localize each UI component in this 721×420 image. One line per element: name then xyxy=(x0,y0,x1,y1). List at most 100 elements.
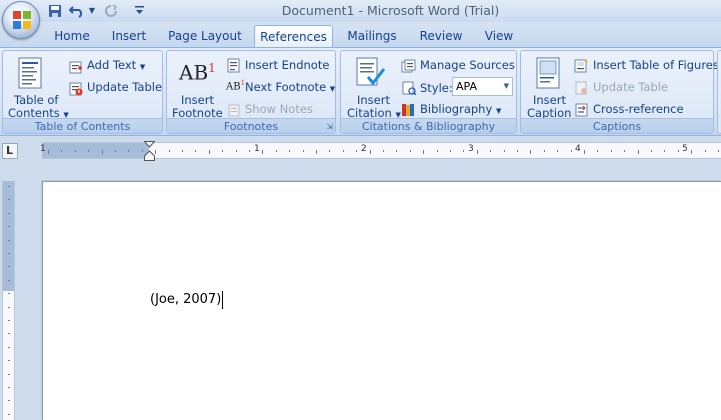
ruler-tick xyxy=(370,150,371,154)
horizontal-ruler-left-margin xyxy=(42,143,149,158)
undo-icon[interactable] xyxy=(68,2,86,19)
ruler-tick xyxy=(249,150,250,152)
ruler-tick xyxy=(61,150,62,152)
ruler-tick xyxy=(597,150,598,152)
ruler-tick xyxy=(383,150,384,152)
tab-selector-label: L xyxy=(6,144,14,157)
undo-dropdown-icon[interactable]: ▼ xyxy=(87,2,97,19)
ruler-tick xyxy=(705,150,706,152)
update-table-figures-button[interactable]: Update Table xyxy=(593,80,668,94)
title-bar: Document1 - Microsoft Word (Trial) ▼ xyxy=(0,0,721,22)
vertical-ruler-tick xyxy=(8,213,10,214)
vertical-ruler-tick xyxy=(8,186,10,187)
bibliography-label: Bibliography xyxy=(420,102,493,116)
table-of-contents-label-1[interactable]: Table of xyxy=(14,93,58,107)
ruler-number: 5 xyxy=(682,144,688,154)
ruler-number: 4 xyxy=(575,144,581,154)
ruler-tick xyxy=(678,150,679,152)
insert-table-of-figures-button[interactable]: Insert Table of Figures xyxy=(593,58,719,72)
chevron-down-icon: ▼ xyxy=(495,107,502,115)
insert-citation-icon xyxy=(354,57,386,93)
vertical-ruler-tick xyxy=(8,347,10,348)
document-text[interactable]: (Joe, 2007) xyxy=(150,292,221,307)
ruler-tick xyxy=(504,150,505,152)
ruler-tick xyxy=(195,150,196,152)
cross-reference-button[interactable]: Cross-reference xyxy=(593,102,684,116)
ab-icon-sup: 1 xyxy=(208,61,216,75)
ruler-tick xyxy=(718,150,719,152)
chevron-down-icon: ▼ xyxy=(329,85,336,93)
ribbon: Table of Contents ▼ Add Text ▼ Update Ta… xyxy=(0,47,721,136)
vertical-ruler-tick xyxy=(8,307,10,308)
ruler-tick xyxy=(396,150,397,152)
ruler-tick xyxy=(329,150,330,152)
vertical-ruler-tick xyxy=(8,414,10,415)
ruler-tick xyxy=(169,150,170,152)
vertical-ruler-tick xyxy=(8,360,10,361)
vertical-ruler-top-margin xyxy=(3,181,14,291)
insert-table-of-figures-icon xyxy=(574,58,588,77)
tab-references[interactable]: References xyxy=(254,25,333,48)
ruler-tick xyxy=(356,150,357,152)
update-table-button[interactable]: Update Table xyxy=(87,80,162,94)
style-select[interactable]: APA ▼ xyxy=(452,77,513,96)
insert-caption-label-1[interactable]: Insert xyxy=(533,93,566,107)
insert-citation-label-1[interactable]: Insert xyxy=(357,93,390,107)
vertical-ruler-tick xyxy=(8,400,10,401)
group-next-partial xyxy=(717,50,721,134)
document-page[interactable] xyxy=(42,181,721,420)
tab-selector[interactable]: L xyxy=(2,143,18,159)
ruler-tick xyxy=(102,150,103,154)
customize-toolbar-icon[interactable] xyxy=(133,2,145,19)
next-footnote-button[interactable]: Next Footnote ▼ xyxy=(245,80,335,96)
ruler-number: 2 xyxy=(361,144,367,154)
group-citations-bibliography: Insert Citation ▼ Manage Sources Style: … xyxy=(340,50,517,134)
tab-mailings[interactable]: Mailings xyxy=(341,25,403,48)
insert-footnote-icon: AB1 xyxy=(179,57,216,84)
tab-review[interactable]: Review xyxy=(412,25,470,48)
ruler-number: 1 xyxy=(254,144,260,154)
tab-page-layout[interactable]: Page Layout xyxy=(163,25,247,48)
ruler-tick xyxy=(584,150,585,154)
ribbon-tabs: Home Insert Page Layout References Maili… xyxy=(0,22,721,48)
tab-view[interactable]: View xyxy=(476,25,522,48)
indent-marker-icon[interactable] xyxy=(143,141,156,165)
footnotes-label-text: Footnotes xyxy=(223,120,279,133)
manage-sources-icon xyxy=(401,58,417,77)
group-captions: Insert Caption Insert Table of Figures U… xyxy=(520,50,719,134)
ruler-tick xyxy=(651,150,652,152)
show-notes-button[interactable]: Show Notes xyxy=(245,102,313,116)
vertical-ruler-tick xyxy=(8,266,10,267)
ruler-tick xyxy=(530,150,531,154)
footnote-dialog-launcher-icon[interactable]: ⇲ xyxy=(326,122,333,131)
ruler-tick xyxy=(410,150,411,152)
office-button[interactable] xyxy=(2,1,40,39)
ruler-tick xyxy=(262,150,263,154)
ruler-tick xyxy=(303,150,304,152)
insert-footnote-label-1[interactable]: Insert xyxy=(181,93,214,107)
insert-endnote-button[interactable]: Insert Endnote xyxy=(245,58,329,72)
ruler-tick xyxy=(638,150,639,154)
add-text-button[interactable]: Add Text ▼ xyxy=(87,58,145,74)
ruler-tick xyxy=(437,150,438,152)
style-icon xyxy=(402,80,417,99)
ruler-tick xyxy=(142,150,143,152)
next-footnote-label: Next Footnote xyxy=(245,80,327,94)
add-text-icon xyxy=(69,59,83,78)
text-caret xyxy=(222,291,223,309)
ruler-tick xyxy=(88,150,89,152)
ruler-tick xyxy=(423,150,424,154)
chevron-down-icon: ▼ xyxy=(139,63,146,71)
redo-icon[interactable] xyxy=(102,2,120,19)
ruler-tick xyxy=(155,150,156,154)
ruler-tick xyxy=(128,150,129,152)
tab-home[interactable]: Home xyxy=(49,25,95,48)
manage-sources-button[interactable]: Manage Sources xyxy=(420,58,515,72)
tab-insert[interactable]: Insert xyxy=(103,25,155,48)
update-table-figures-icon xyxy=(575,80,588,99)
vertical-ruler-tick xyxy=(8,226,10,227)
bibliography-button[interactable]: Bibliography ▼ xyxy=(420,102,501,118)
ruler-tick xyxy=(276,150,277,152)
save-icon[interactable] xyxy=(46,2,64,19)
ruler-tick xyxy=(691,150,692,154)
